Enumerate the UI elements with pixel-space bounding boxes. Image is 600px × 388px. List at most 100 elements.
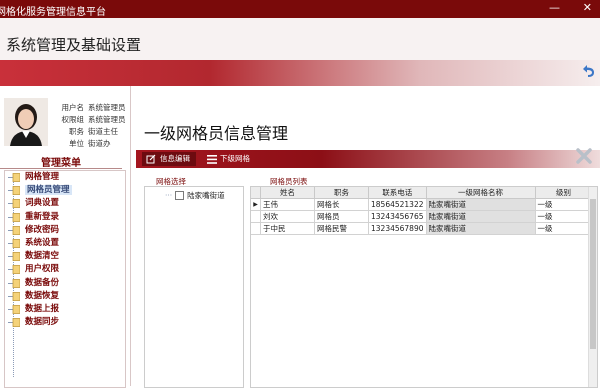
user-key-position: 职务	[69, 127, 84, 136]
header-banner	[0, 60, 600, 86]
tree-node-root[interactable]: ··· 陆家嘴街道	[165, 190, 225, 201]
menu-item-label: 数据同步	[25, 317, 60, 328]
tab-info-edit-label: 信息编辑	[160, 154, 190, 163]
tab-sub-grid[interactable]: 下级网格	[204, 152, 256, 166]
page-title: 一级网格员信息管理	[144, 124, 289, 143]
menu-node-icon	[8, 291, 20, 301]
menu-item-label: 系统设置	[25, 237, 60, 248]
user-key-username: 用户名	[61, 103, 85, 112]
menu-tree: 网格管理网格员管理词典设置重新登录修改密码系统设置数据清空 用户权限数据备份数据恢…	[4, 170, 126, 388]
menu-item-label: 数据上报	[25, 303, 60, 314]
menu-list: 网格管理网格员管理词典设置重新登录修改密码系统设置数据清空 用户权限数据备份数据恢…	[5, 171, 125, 329]
menu-node-icon	[8, 278, 20, 288]
vertical-scrollbar[interactable]	[588, 187, 597, 387]
table-cell: 13243456765	[368, 210, 427, 223]
user-info: 用户名 系统管理员 权限组 系统管理员 职务 街道主任 单位 街道办	[54, 102, 126, 150]
tab-info-edit[interactable]: 信息编辑	[142, 152, 196, 166]
column-header-position[interactable]: 职务	[314, 187, 369, 199]
menu-item[interactable]: 网格员管理	[5, 184, 125, 197]
menu-node-icon	[8, 304, 20, 314]
title-bar: 网格化服务管理信息平台 — ✕	[0, 0, 600, 18]
table-cell: 网格长	[314, 198, 369, 211]
menu-item[interactable]: 数据恢复	[5, 290, 125, 303]
table-row[interactable]: ▶ 王伟 网格长 18564521322 陆家嘴街道 一级	[251, 198, 593, 211]
menu-node-icon	[8, 265, 20, 275]
user-value-unit: 街道办	[88, 139, 111, 148]
row-indicator: ▶	[251, 198, 261, 211]
table-cell: 一级	[535, 210, 593, 223]
menu-node-icon	[8, 239, 20, 248]
menu-item[interactable]: 重新登录	[5, 211, 125, 224]
column-header-name[interactable]: 姓名	[260, 187, 315, 199]
column-header-grid-name[interactable]: 一级网格名称	[426, 187, 536, 199]
minimize-button[interactable]: —	[549, 1, 560, 14]
menu-item-label: 网格管理	[25, 172, 60, 182]
menu-item[interactable]: 修改密码	[5, 224, 125, 237]
menu-item[interactable]: 数据上报	[5, 303, 125, 316]
menu-title: 管理菜单	[0, 154, 122, 169]
menu-node-icon	[8, 199, 20, 209]
menu-item-label: 重新登录	[25, 211, 60, 222]
table-cell: 一级	[535, 222, 593, 235]
menu-item[interactable]: 数据备份	[5, 277, 125, 290]
column-header-phone[interactable]: 联系电话	[368, 187, 427, 199]
menu-node-icon	[8, 252, 20, 262]
avatar	[4, 98, 48, 146]
sidebar: 用户名 系统管理员 权限组 系统管理员 职务 街道主任 单位 街道办 管理菜单 网格管理…	[0, 86, 131, 388]
menu-item[interactable]: 用户权限	[5, 263, 125, 276]
menu-node-icon	[8, 186, 20, 196]
menu-item-label: 修改密码	[25, 224, 60, 235]
user-key-unit: 单位	[69, 139, 84, 148]
table-row[interactable]: 刘欢 网格员 13243456765 陆家嘴街道 一级	[251, 210, 593, 223]
menu-item-label: 用户权限	[25, 264, 60, 275]
user-value-group: 系统管理员	[88, 115, 126, 124]
tab-bar: 信息编辑 下级网格	[136, 150, 600, 168]
back-icon[interactable]	[579, 62, 597, 80]
menu-item-label: 词典设置	[25, 198, 60, 209]
menu-item-label: 数据恢复	[25, 290, 60, 301]
menu-node-icon	[8, 212, 20, 222]
table-cell: 王伟	[260, 198, 315, 211]
menu-item[interactable]: 系统设置	[5, 237, 125, 250]
table-cell: 13234567890	[368, 222, 427, 235]
menu-node-icon	[8, 318, 20, 327]
table-cell: 一级	[535, 198, 593, 211]
row-indicator	[251, 222, 261, 235]
menu-item[interactable]: 数据清空	[5, 250, 125, 263]
table-row[interactable]: 于中民 网格民警 13234567890 陆家嘴街道 一级	[251, 222, 593, 235]
tree-node-icon	[175, 191, 185, 200]
table-cell: 网格员	[314, 210, 369, 223]
table-cell: 网格民警	[314, 222, 369, 235]
close-panel-icon[interactable]	[576, 148, 592, 164]
menu-node-icon	[8, 173, 20, 182]
table-cell: 陆家嘴街道	[426, 210, 536, 223]
window-title: 网格化服务管理信息平台	[0, 7, 106, 18]
menu-item[interactable]: 词典设置	[5, 197, 125, 210]
row-indicator-header	[251, 187, 261, 199]
menu-item-label: 网格员管理	[25, 185, 72, 196]
user-key-group: 权限组	[61, 115, 85, 124]
system-title: 系统管理及基础设置	[6, 36, 142, 54]
scrollbar-thumb[interactable]	[590, 199, 596, 349]
menu-item[interactable]: 网格管理	[5, 171, 125, 184]
tree-connector: ···	[165, 191, 173, 200]
tab-sub-grid-label: 下级网格	[220, 154, 250, 163]
table-cell: 陆家嘴街道	[426, 222, 536, 235]
edit-icon	[146, 154, 156, 164]
column-header-level[interactable]: 级别	[535, 187, 593, 199]
user-value-position: 街道主任	[88, 127, 118, 136]
menu-node-icon	[8, 225, 20, 235]
table-cell: 于中民	[260, 222, 315, 235]
table-cell: 18564521322	[368, 198, 427, 211]
user-value-username: 系统管理员	[88, 103, 126, 112]
row-indicator	[251, 210, 261, 223]
main-panel: 一级网格员信息管理 信息编辑 下级网格 网格选择 网格员列表 ··· 陆家嘴街道…	[136, 86, 600, 388]
grid-tree: ··· 陆家嘴街道	[144, 186, 244, 388]
member-table: 姓名 职务 联系电话 一级网格名称 级别 ▶ 王伟 网格长 18564521322 陆家…	[250, 186, 598, 388]
close-window-button[interactable]: ✕	[583, 1, 592, 14]
tree-node-label: 陆家嘴街道	[187, 191, 225, 200]
table-cell: 陆家嘴街道	[426, 198, 536, 211]
menu-item[interactable]: 数据同步	[5, 316, 125, 329]
list-icon	[207, 155, 217, 164]
menu-item-label: 数据备份	[25, 277, 60, 288]
